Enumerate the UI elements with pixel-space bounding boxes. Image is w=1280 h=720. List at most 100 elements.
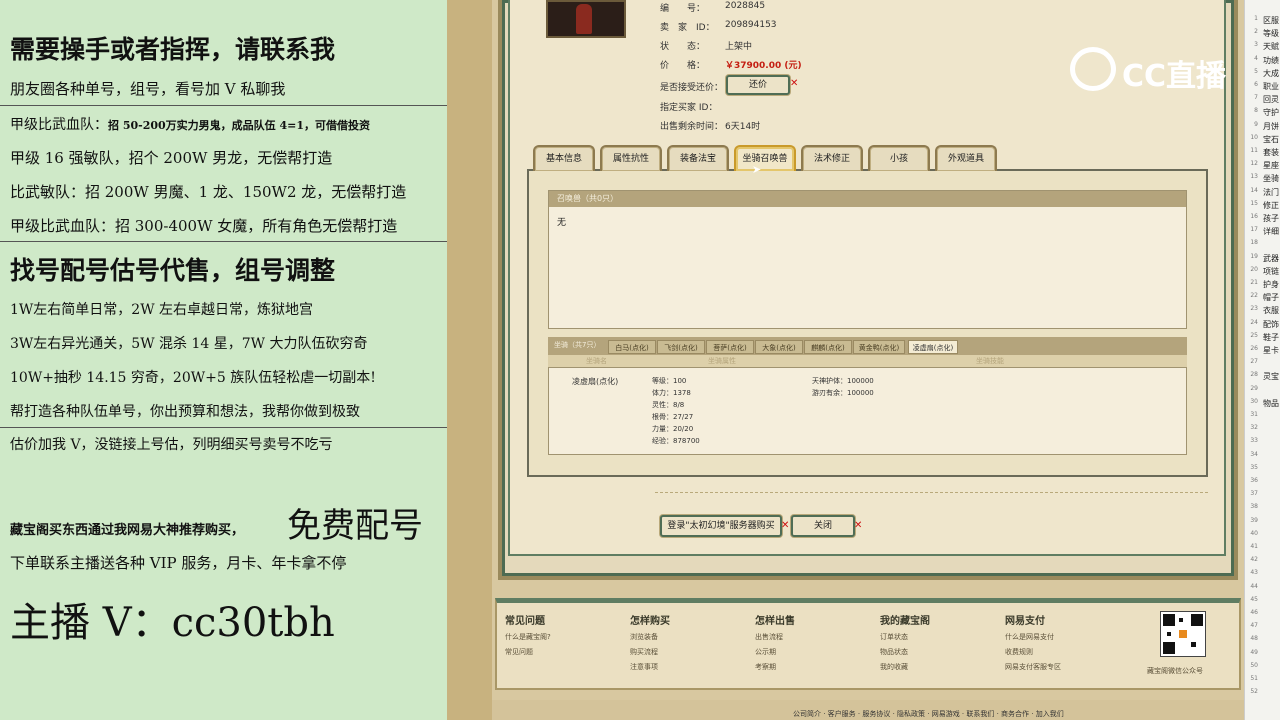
close-button[interactable]: 关闭 (791, 515, 855, 537)
row-number: 30 (1250, 397, 1258, 405)
mount-stat: 经验：878700 (652, 437, 700, 445)
tab-basic-info[interactable]: 基本信息 (533, 145, 595, 171)
mount-tab[interactable]: 白马(点化) (608, 340, 656, 354)
close-mark-icon: ✕ (790, 78, 799, 89)
bottom-links[interactable]: 公司简介 · 客户服务 · 服务协议 · 隐私政策 · 网易游戏 · 联系我们 … (793, 709, 1064, 719)
row-number: 42 (1250, 556, 1258, 564)
row-number: 33 (1250, 437, 1258, 445)
footer-heading: 怎样购买 (630, 616, 670, 627)
row-number: 43 (1250, 569, 1258, 577)
mount-tab[interactable]: 大象(点化) (755, 340, 803, 354)
status-label: 状 态： (660, 42, 706, 52)
promo-overlay: 需要操手或者指挥，请联系我 朋友圈各种单号，组号，看号加 V 私聊我 甲级比武血… (0, 0, 447, 720)
col-skills: 坐骑技能 (976, 357, 1004, 365)
cc-live-watermark: CC直播 (1070, 45, 1240, 95)
row-label: 天赋 (1263, 42, 1279, 52)
promo-line: 甲级 16 强敏队，招个 200W 男龙，无偿帮打造 (10, 149, 333, 167)
row-number: 48 (1250, 635, 1258, 643)
divider (0, 427, 447, 428)
footer-link[interactable]: 考察期 (755, 662, 776, 672)
watermark-text: CC直播 (1122, 59, 1227, 94)
row-label: 孩子 (1263, 214, 1279, 223)
row-number: 39 (1250, 516, 1258, 524)
login-buy-button[interactable]: 登录"太初幻境"服务器购买 (660, 515, 782, 537)
mount-name: 凌虚扇(点化) (572, 377, 619, 386)
mount-tab[interactable]: 飞剑(点化) (657, 340, 705, 354)
footer-link[interactable]: 我的收藏 (880, 662, 908, 672)
row-label: 回灵 (1263, 95, 1279, 105)
footer-link[interactable]: 出售流程 (755, 632, 783, 642)
bargain-label: 是否接受还价： (660, 83, 724, 93)
row-number: 14 (1250, 186, 1258, 194)
row-number: 32 (1250, 424, 1258, 432)
mount-tab[interactable]: 黄金鸭(点化) (853, 340, 905, 354)
promo-line: 朋友圈各种单号，组号，看号加 V 私聊我 (10, 80, 286, 98)
row-number: 47 (1250, 622, 1258, 630)
row-number: 25 (1250, 331, 1258, 339)
time-label: 出售剩余时间： (660, 122, 724, 132)
bargain-button[interactable]: 还价 (726, 75, 790, 95)
mounts-column-header: 坐骑名 坐骑属性 坐骑技能 (548, 355, 1187, 367)
row-number: 29 (1250, 384, 1258, 392)
row-number: 40 (1250, 529, 1258, 537)
tab-appearance[interactable]: 外观道具 (935, 145, 997, 171)
mount-stat: 灵性：8/8 (652, 401, 685, 409)
row-label: 护身 (1263, 280, 1279, 289)
footer-link[interactable]: 浏览装备 (630, 632, 658, 642)
footer-link[interactable]: 什么是藏宝阁? (505, 632, 551, 642)
row-number: 52 (1250, 688, 1258, 696)
status-value: 上架中 (725, 42, 753, 52)
character-figure (576, 4, 592, 34)
row-number: 51 (1250, 675, 1258, 682)
row-number: 50 (1250, 661, 1258, 669)
page-background (447, 0, 492, 720)
divider (0, 105, 447, 106)
row-label: 鞋子 (1263, 332, 1279, 342)
wechat-qr-code (1160, 611, 1206, 657)
row-label: 配饰 (1263, 319, 1279, 329)
row-number: 46 (1250, 609, 1258, 616)
footer-link[interactable]: 网易支付客服专区 (1005, 662, 1061, 672)
footer-link[interactable]: 注意事项 (630, 662, 658, 672)
close-mark-icon: ✕ (781, 520, 790, 531)
row-label: 功绩 (1263, 55, 1279, 65)
row-number: 27 (1250, 358, 1258, 366)
seller-label: 卖 家 ID： (660, 23, 715, 33)
qr-caption: 藏宝阁微信公众号 (1147, 667, 1203, 675)
tab-equipment[interactable]: 装备法宝 (667, 145, 729, 171)
row-label: 项链 (1263, 266, 1279, 276)
row-label: 武器 (1263, 253, 1279, 263)
footer-link[interactable]: 购买流程 (630, 647, 658, 657)
mouse-cursor-icon: ➤ (752, 163, 762, 176)
footer-link[interactable]: 常见问题 (505, 647, 533, 657)
footer-link[interactable]: 物品状态 (880, 647, 908, 657)
row-number: 22 (1250, 292, 1258, 300)
row-number: 38 (1250, 503, 1258, 511)
footer-link[interactable]: 收费规则 (1005, 647, 1033, 657)
footer-link[interactable]: 订单状态 (880, 632, 908, 642)
tab-mounts-pets[interactable]: 坐骑召唤兽 (734, 145, 796, 171)
promo-line: 找号配号估号代售，组号调整 (10, 256, 336, 285)
time-value: 6天14时 (725, 122, 761, 132)
footer-heading: 网易支付 (1005, 616, 1045, 627)
tab-spells[interactable]: 法术修正 (801, 145, 863, 171)
tab-children[interactable]: 小孩 (868, 145, 930, 171)
row-number: 23 (1250, 305, 1258, 313)
footer-link[interactable]: 公示期 (755, 647, 776, 657)
price-value: ￥37900.00 (元) (725, 61, 802, 71)
tab-attributes[interactable]: 属性抗性 (600, 145, 662, 171)
col-attrs: 坐骑属性 (708, 357, 736, 365)
mount-tab[interactable]: 麒麟(点化) (804, 340, 852, 354)
mount-tab-active[interactable]: 凌虚扇(点化) (908, 340, 958, 354)
mount-stat: 根骨：27/27 (652, 413, 694, 421)
row-number: 49 (1250, 648, 1258, 656)
row-number: 31 (1250, 411, 1258, 418)
row-label: 帽子 (1263, 293, 1279, 303)
divider (0, 241, 447, 242)
footer-heading: 怎样出售 (755, 616, 795, 627)
buyer-id-label: 指定买家 ID： (660, 103, 718, 113)
promo-line: 3W左右异光通关，5W 混杀 14 星，7W 大力队伍砍穷奇 (10, 336, 368, 352)
dashed-divider (655, 492, 1208, 493)
mount-tab[interactable]: 菩萨(点化) (706, 340, 754, 354)
footer-link[interactable]: 什么是网易支付 (1005, 632, 1054, 642)
